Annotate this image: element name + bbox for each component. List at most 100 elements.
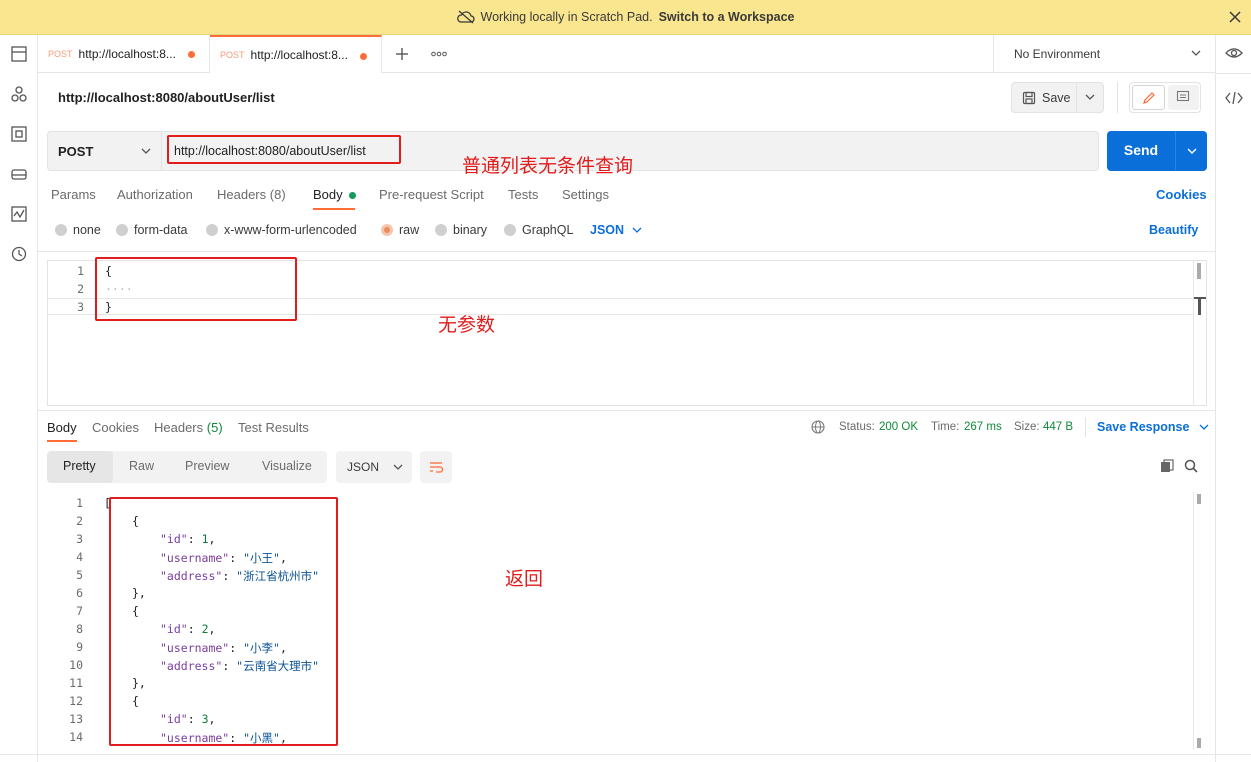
tab-settings[interactable]: Settings	[562, 187, 609, 202]
switch-workspace-link[interactable]: Switch to a Workspace	[659, 10, 795, 24]
scratch-pad-banner: Working locally in Scratch Pad. Switch t…	[0, 0, 1251, 35]
history-icon[interactable]	[10, 245, 28, 263]
response-tab-headers[interactable]: Headers (5)	[154, 420, 223, 435]
radio-form-data[interactable]: form-data	[116, 223, 188, 237]
radio-urlencoded[interactable]: x-www-form-urlencoded	[206, 223, 357, 237]
scroll-marker	[1198, 297, 1201, 315]
annotation-params-note: 无参数	[438, 314, 496, 336]
annotation-return-note: 返回	[505, 568, 544, 590]
line-number: 10	[69, 658, 83, 672]
scrollbar-thumb[interactable]	[1197, 263, 1201, 279]
chevron-down-icon[interactable]	[1187, 148, 1197, 155]
tab-headers-count: (8)	[269, 187, 286, 202]
mock-servers-icon[interactable]	[10, 165, 28, 183]
edit-mode-button[interactable]	[1132, 85, 1165, 110]
radio-none[interactable]: none	[55, 223, 101, 237]
scrollbar-thumb[interactable]	[1197, 738, 1201, 748]
collections-icon[interactable]	[10, 45, 28, 63]
beautify-link[interactable]: Beautify	[1149, 223, 1198, 237]
banner-text: Working locally in Scratch Pad.	[480, 10, 653, 24]
radio-circle	[435, 224, 447, 236]
scrollbar-track	[1193, 261, 1194, 405]
code-icon[interactable]	[1225, 91, 1243, 105]
wrap-lines-button[interactable]	[420, 451, 452, 483]
annotation-box-return	[109, 497, 338, 746]
save-icon	[1022, 91, 1036, 104]
chevron-down-icon	[1085, 94, 1095, 100]
close-icon[interactable]	[1227, 9, 1243, 25]
response-format-select[interactable]: JSON	[336, 451, 412, 483]
body-format-select[interactable]: JSON	[590, 223, 642, 237]
line-number: 8	[76, 622, 83, 636]
request-tab-bar: POST http://localhost:8... POST http://l…	[38, 35, 1215, 73]
search-icon[interactable]	[1184, 459, 1198, 473]
visualize-button[interactable]: Visualize	[262, 459, 312, 473]
preview-button[interactable]: Preview	[185, 459, 229, 473]
response-tab-body[interactable]: Body	[47, 420, 77, 435]
time-label: Time:	[931, 421, 960, 433]
tab-method: POST	[48, 49, 73, 59]
save-button[interactable]: Save	[1011, 82, 1077, 113]
tab-body-label: Body	[313, 187, 343, 202]
method-label: POST	[58, 143, 94, 159]
tab-headers[interactable]: Headers (8)	[217, 187, 286, 202]
more-icon[interactable]	[431, 51, 447, 57]
plus-icon[interactable]	[395, 47, 409, 61]
copy-icon[interactable]	[1160, 459, 1174, 473]
response-view-toggle: Pretty Raw Preview Visualize	[47, 451, 327, 483]
send-button[interactable]: Send	[1107, 131, 1207, 171]
time-value: 267 ms	[964, 421, 1002, 433]
chevron-down-icon	[1191, 50, 1201, 56]
annotation-box-url	[167, 135, 401, 164]
divider	[1085, 417, 1086, 437]
radio-graphql[interactable]: GraphQL	[504, 223, 573, 237]
line-number: 9	[76, 640, 83, 654]
response-tab-test-results[interactable]: Test Results	[238, 420, 309, 435]
environments-icon[interactable]	[10, 125, 28, 143]
line-number: 1	[76, 496, 83, 510]
environment-select[interactable]: No Environment	[993, 35, 1215, 73]
save-response-button[interactable]: Save Response	[1097, 420, 1209, 434]
scrollbar-thumb[interactable]	[1197, 494, 1201, 504]
request-tab[interactable]: POST http://localhost:8...	[38, 35, 210, 73]
body-format-label: JSON	[590, 223, 625, 237]
tab-body[interactable]: Body	[313, 187, 357, 202]
response-tab-cookies[interactable]: Cookies	[92, 420, 139, 435]
cookies-link[interactable]: Cookies	[1156, 187, 1207, 202]
divider	[38, 410, 1215, 411]
tab-authorization[interactable]: Authorization	[117, 187, 193, 202]
line-number: 2	[77, 282, 84, 296]
tab-pre-request-script[interactable]: Pre-request Script	[379, 187, 484, 202]
save-response-label: Save Response	[1097, 420, 1190, 434]
status-value: 200 OK	[879, 421, 918, 433]
response-headers-count: (5)	[206, 420, 223, 435]
comments-button[interactable]	[1168, 85, 1199, 110]
raw-button[interactable]: Raw	[129, 459, 154, 473]
tab-tests[interactable]: Tests	[508, 187, 538, 202]
tab-title: http://localhost:8...	[250, 48, 348, 62]
eye-icon[interactable]	[1225, 46, 1243, 60]
pretty-button[interactable]: Pretty	[63, 459, 96, 473]
tab-params[interactable]: Params	[51, 187, 96, 202]
line-number: 14	[69, 730, 83, 744]
comment-icon	[1176, 90, 1190, 102]
radio-raw[interactable]: raw	[381, 223, 419, 237]
save-label: Save	[1042, 90, 1071, 105]
request-tab-active[interactable]: POST http://localhost:8...	[210, 35, 382, 73]
annotation-box-params	[95, 257, 297, 321]
size-value: 447 B	[1043, 421, 1074, 433]
view-toggle	[1129, 82, 1201, 113]
line-number: 12	[69, 694, 83, 708]
monitors-icon[interactable]	[10, 205, 28, 223]
radio-binary[interactable]: binary	[435, 223, 487, 237]
active-tab-underline	[313, 208, 355, 210]
send-label: Send	[1123, 142, 1159, 158]
globe-icon[interactable]	[811, 420, 825, 434]
response-format-label: JSON	[347, 460, 380, 474]
radio-label: x-www-form-urlencoded	[224, 223, 357, 237]
radio-circle	[55, 224, 67, 236]
line-number: 3	[77, 300, 84, 314]
method-select[interactable]: POST	[47, 131, 162, 171]
apis-icon[interactable]	[10, 85, 28, 103]
save-dropdown-button[interactable]	[1077, 82, 1104, 113]
